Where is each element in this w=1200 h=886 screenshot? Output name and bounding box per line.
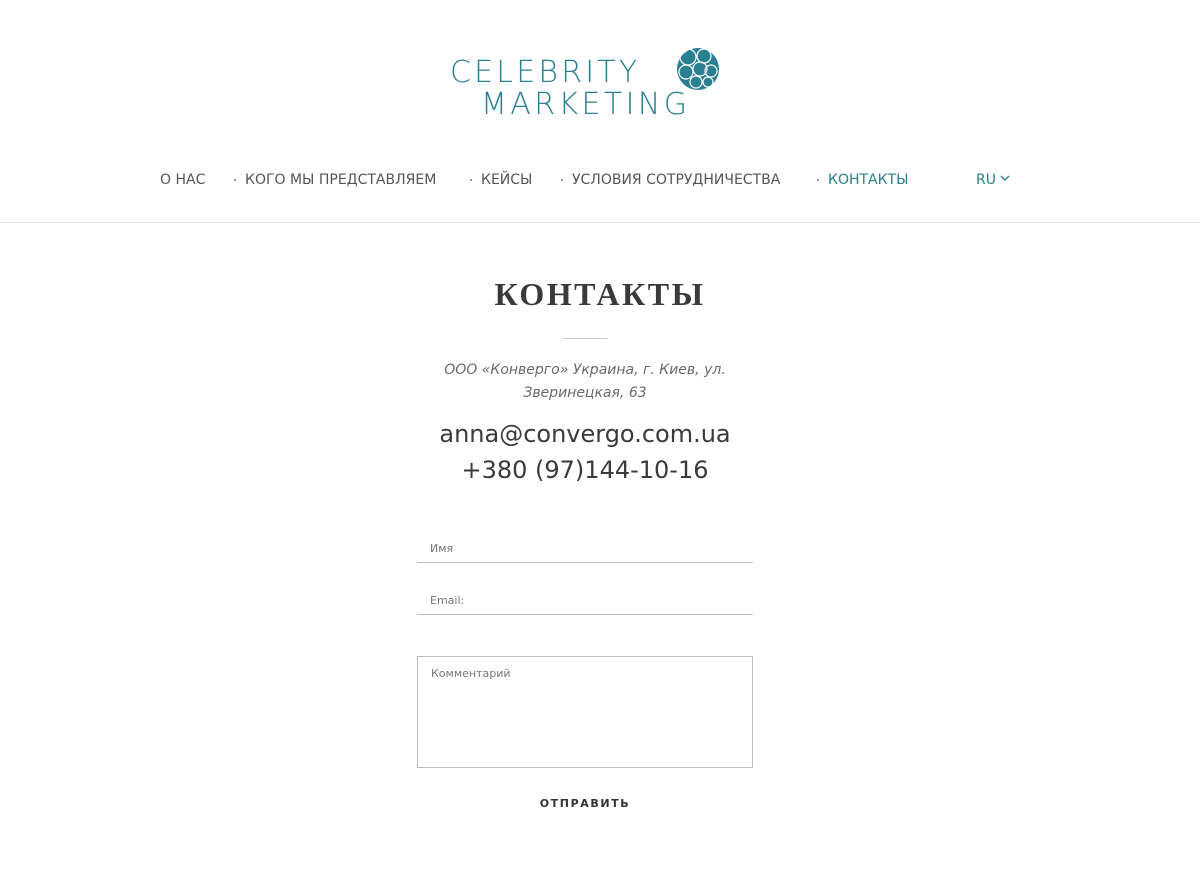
language-switcher[interactable]: RU	[976, 170, 1010, 190]
nav-item-contacts[interactable]: КОНТАКТЫ	[828, 170, 908, 190]
nav-separator-dot	[817, 179, 819, 181]
address-line-2: Зверинецкая, 63	[523, 385, 647, 401]
nav-item-terms[interactable]: УСЛОВИЯ СОТРУДНИЧЕСТВА	[572, 170, 780, 190]
nav-item-cases[interactable]: КЕЙСЫ	[481, 170, 532, 190]
nav-separator-dot	[234, 179, 236, 181]
main-nav: О НАС КОГО МЫ ПРЕДСТАВЛЯЕМ КЕЙСЫ УСЛОВИЯ…	[0, 170, 1200, 190]
logo-text-marketing: MARKETING	[481, 87, 691, 122]
page-title: КОНТАКТЫ	[494, 276, 706, 312]
email-input[interactable]	[417, 587, 753, 615]
address-line-1: ООО «Конверго» Украина, г. Киев, ул.	[444, 362, 726, 378]
convergo-logo-icon	[677, 48, 719, 90]
nav-item-talents[interactable]: КОГО МЫ ПРЕДСТАВЛЯЕМ	[245, 170, 436, 190]
title-divider	[563, 338, 607, 339]
contact-phone-link[interactable]: +380 (97)144-10-16	[385, 454, 785, 486]
header-divider	[0, 222, 1200, 223]
nav-separator-dot	[561, 179, 563, 181]
site-logo[interactable]: CELEBRITY MARKETING	[450, 46, 722, 122]
nav-separator-dot	[470, 179, 472, 181]
logo-text-celebrity: CELEBRITY	[450, 55, 641, 90]
submit-button[interactable]: ОТПРАВИТЬ	[485, 792, 685, 814]
contact-email-link[interactable]: anna@convergo.com.ua	[385, 418, 785, 450]
language-label: RU	[976, 172, 996, 188]
chevron-down-icon	[1000, 175, 1010, 181]
comment-textarea[interactable]	[417, 656, 753, 768]
nav-item-about[interactable]: О НАС	[160, 170, 205, 190]
name-input[interactable]	[417, 535, 753, 563]
company-address: ООО «Конверго» Украина, г. Киев, ул. Зве…	[435, 359, 735, 405]
